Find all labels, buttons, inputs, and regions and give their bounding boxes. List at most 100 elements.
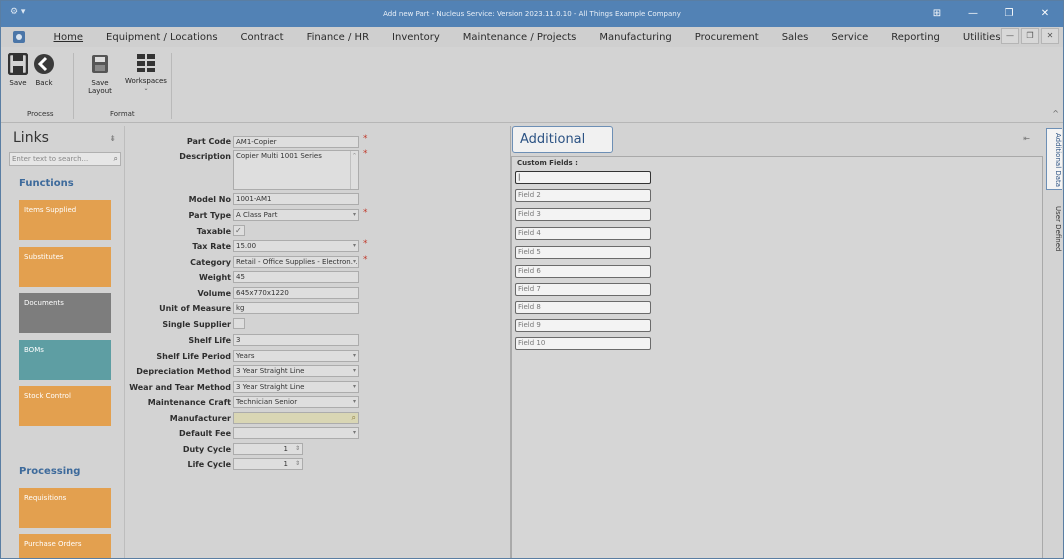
save-button[interactable]: Save — [7, 53, 29, 87]
maintenance-craft-value: Technician Senior — [236, 398, 298, 406]
links-search-input[interactable]: Enter text to search... ⌕ — [9, 152, 121, 166]
window-title: Add new Part - Nucleus Service: Version … — [383, 10, 681, 18]
chevron-down-icon[interactable]: ▾ — [353, 241, 356, 251]
layout-icon[interactable]: ⊞ — [919, 1, 955, 27]
part-type-select[interactable]: A Class Part ▾ — [233, 209, 359, 221]
back-arrow-icon — [34, 54, 54, 74]
default-fee-select[interactable]: ▾ — [233, 427, 359, 439]
volume-field[interactable]: 645x770x1220 — [233, 287, 359, 299]
menu-manufacturing[interactable]: Manufacturing — [588, 32, 683, 43]
child-close-button[interactable]: ✕ — [1041, 28, 1059, 44]
tile-documents[interactable]: Documents — [19, 293, 111, 333]
description-field[interactable]: Copier Multi 1001 Series ^ — [233, 150, 359, 190]
duty-cycle-value: 1 — [283, 445, 288, 453]
links-title: Links — [13, 130, 49, 146]
chevron-down-icon[interactable]: ▾ — [353, 397, 356, 407]
custom-fields-panel: Custom Fields : | Field 2 Field 3 Field … — [511, 156, 1043, 558]
minimize-button[interactable]: — — [955, 1, 991, 27]
chevron-down-icon[interactable]: ▾ — [353, 210, 356, 220]
menu-inventory[interactable]: Inventory — [381, 32, 452, 43]
weight-field[interactable]: 45 — [233, 271, 359, 283]
depreciation-method-label: Depreciation Method — [136, 367, 231, 376]
maintenance-craft-label: Maintenance Craft — [147, 398, 231, 407]
chevron-down-icon[interactable]: ▾ — [353, 428, 356, 438]
save-icon — [8, 53, 28, 75]
tile-requisitions[interactable]: Requisitions — [19, 488, 111, 528]
collapse-ribbon-icon[interactable]: ^ — [1052, 109, 1059, 118]
depreciation-method-select[interactable]: 3 Year Straight Line ▾ — [233, 365, 359, 377]
life-cycle-stepper[interactable]: 1 ⇕ — [233, 458, 303, 470]
back-button[interactable]: Back — [32, 53, 56, 87]
chevron-down-icon[interactable]: ▾ — [353, 366, 356, 376]
pin-icon[interactable]: ⇟ — [109, 134, 116, 143]
links-panel: Links ⇟ Enter text to search... ⌕ Functi… — [9, 126, 125, 558]
child-restore-button[interactable]: ❐ — [1021, 28, 1039, 44]
menu-equipment-locations[interactable]: Equipment / Locations — [95, 32, 230, 43]
shelf-life-field[interactable]: 3 — [233, 334, 359, 346]
manufacturer-lookup[interactable]: ⌕ — [233, 412, 359, 424]
wear-tear-method-select[interactable]: 3 Year Straight Line ▾ — [233, 381, 359, 393]
custom-field-7[interactable]: Field 7 — [515, 283, 651, 296]
tile-substitutes[interactable]: Substitutes — [19, 247, 111, 287]
tab-user-defined[interactable]: User Defined — [1046, 204, 1062, 264]
menu-maintenance-projects[interactable]: Maintenance / Projects — [451, 32, 588, 43]
taxable-checkbox[interactable]: ✓ — [233, 225, 245, 236]
save-layout-label: Save Layout — [88, 79, 112, 95]
single-supplier-checkbox[interactable] — [233, 318, 245, 329]
processing-heading: Processing — [19, 466, 81, 477]
menu-home[interactable]: Home — [42, 32, 95, 43]
save-layout-button[interactable]: Save Layout — [79, 53, 121, 95]
chevron-down-icon[interactable]: ▾ — [353, 382, 356, 392]
menu-contract[interactable]: Contract — [229, 32, 295, 43]
tile-boms[interactable]: BOMs — [19, 340, 111, 380]
chevron-down-icon[interactable]: ▾ — [353, 351, 356, 361]
custom-field-10[interactable]: Field 10 — [515, 337, 651, 350]
custom-field-3[interactable]: Field 3 — [515, 208, 651, 221]
menu-sales[interactable]: Sales — [770, 32, 820, 43]
tile-purchase-orders[interactable]: Purchase Orders — [19, 534, 111, 558]
duty-cycle-label: Duty Cycle — [182, 445, 231, 454]
menu-reporting[interactable]: Reporting — [880, 32, 952, 43]
scrollbar[interactable]: ^ — [350, 151, 358, 189]
spin-icon[interactable]: ⇕ — [295, 459, 300, 469]
chevron-down-icon[interactable]: ▾ — [352, 257, 356, 267]
custom-field-6[interactable]: Field 6 — [515, 265, 651, 278]
weight-label: Weight — [199, 273, 231, 282]
category-value: Retail - Office Supplies - Electron... — [236, 258, 358, 266]
shelf-life-label: Shelf Life — [188, 336, 231, 345]
custom-field-2[interactable]: Field 2 — [515, 189, 651, 202]
app-logo-icon[interactable] — [13, 31, 25, 43]
description-label: Description — [179, 152, 231, 161]
maintenance-craft-select[interactable]: Technician Senior ▾ — [233, 396, 359, 408]
category-select[interactable]: Retail - Office Supplies - Electron... ▾ — [233, 256, 359, 268]
custom-field-1[interactable]: | — [515, 171, 651, 184]
unit-of-measure-field[interactable]: kg — [233, 302, 359, 314]
custom-field-5[interactable]: Field 5 — [515, 246, 651, 259]
menu-finance-hr[interactable]: Finance / HR — [295, 32, 380, 43]
tax-rate-select[interactable]: 15.00 ▾ — [233, 240, 359, 252]
custom-field-9[interactable]: Field 9 — [515, 319, 651, 332]
search-icon[interactable]: ⌕ — [352, 413, 356, 423]
workspaces-button[interactable]: Workspaces ⌄ — [124, 53, 168, 92]
tab-additional-data[interactable]: Additional Data — [1046, 128, 1062, 190]
part-code-field[interactable]: AM1-Copier — [233, 136, 359, 148]
child-minimize-button[interactable]: — — [1001, 28, 1019, 44]
menu-procurement[interactable]: Procurement — [683, 32, 770, 43]
search-icon[interactable]: ⌕ — [114, 153, 118, 165]
custom-field-8[interactable]: Field 8 — [515, 301, 651, 314]
model-no-field[interactable]: 1001-AM1 — [233, 193, 359, 205]
tile-stock-control[interactable]: Stock Control — [19, 386, 111, 426]
maximize-button[interactable]: ❐ — [991, 1, 1027, 27]
menu-service[interactable]: Service — [820, 32, 880, 43]
side-tab-strip: Additional Data User Defined — [1045, 126, 1063, 558]
required-marker: * — [363, 255, 368, 265]
wear-tear-method-label: Wear and Tear Method — [129, 383, 231, 392]
pin-icon[interactable]: ⇤ — [1023, 134, 1030, 143]
spin-icon[interactable]: ⇕ — [295, 444, 300, 454]
close-button[interactable]: ✕ — [1027, 1, 1063, 27]
ribbon-separator — [171, 53, 172, 119]
tile-items-supplied[interactable]: Items Supplied — [19, 200, 111, 240]
shelf-life-period-select[interactable]: Years ▾ — [233, 350, 359, 362]
duty-cycle-stepper[interactable]: 1 ⇕ — [233, 443, 303, 455]
custom-field-4[interactable]: Field 4 — [515, 227, 651, 240]
